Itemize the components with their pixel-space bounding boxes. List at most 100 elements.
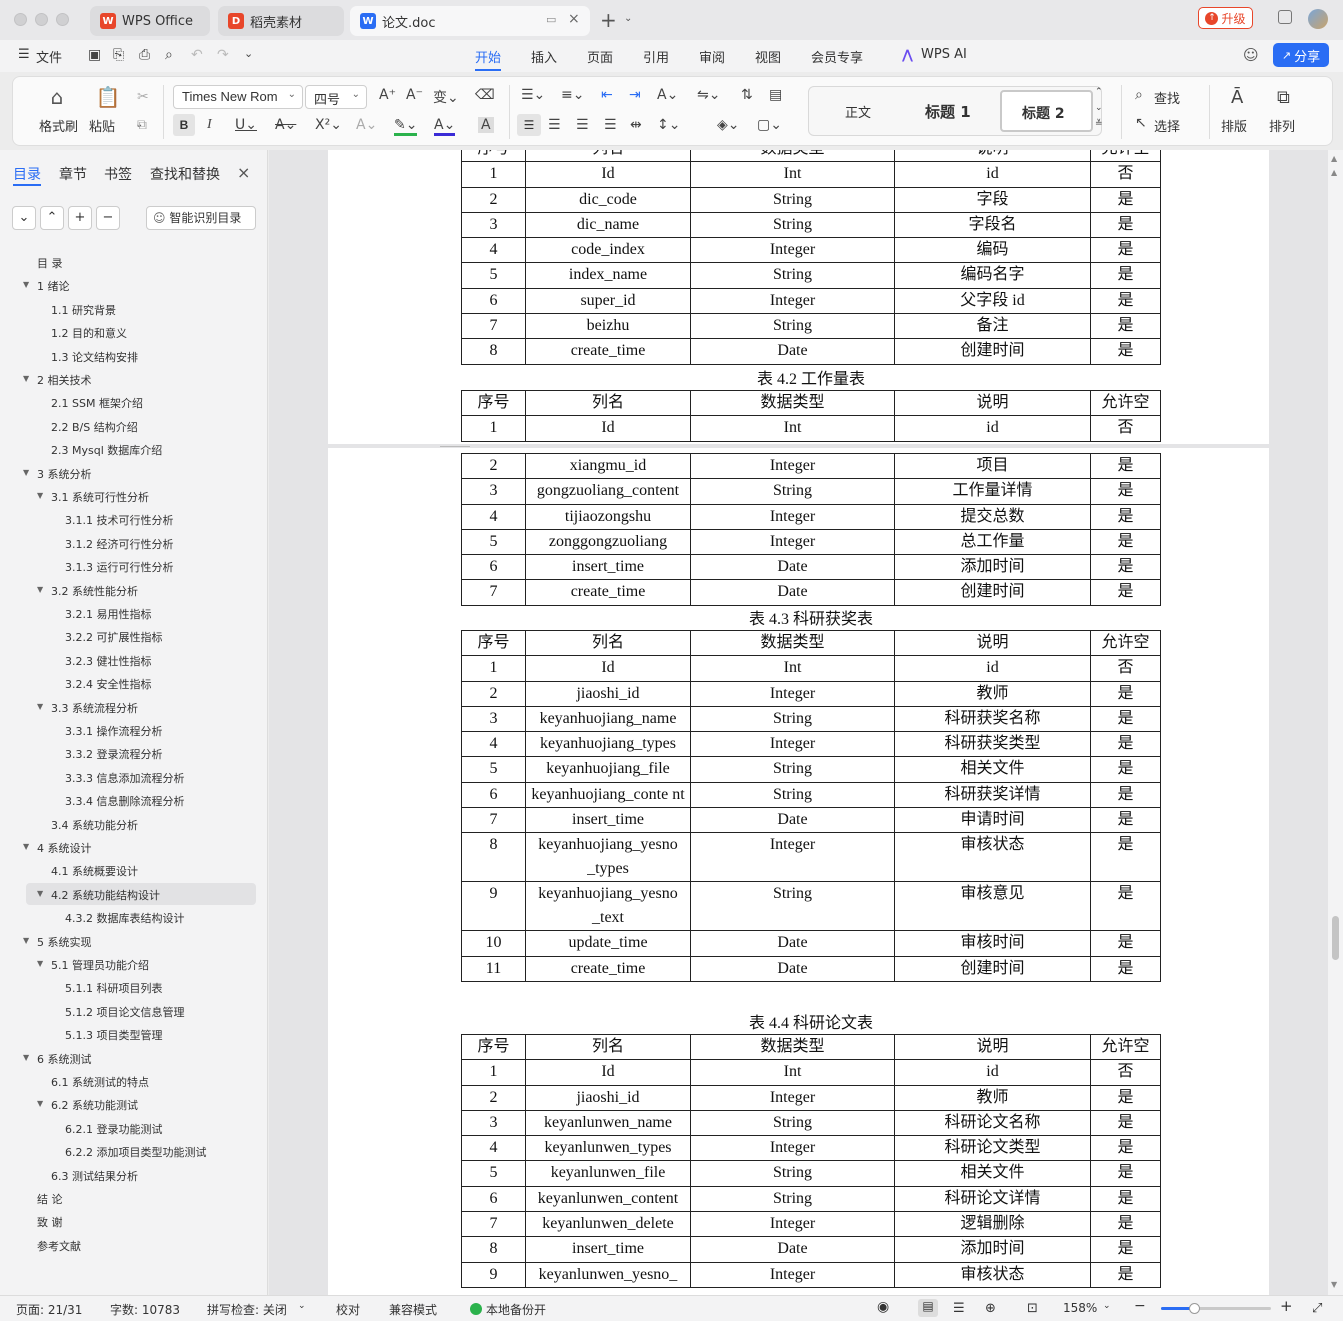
expand-toggle-icon[interactable]: ▼ bbox=[37, 491, 43, 500]
spell-check-status[interactable]: 拼写检查: 关闭 bbox=[207, 1301, 287, 1318]
toc-item[interactable]: 6 系统测试 bbox=[37, 1051, 92, 1067]
toc-item[interactable]: 1.1 研究背景 bbox=[51, 302, 116, 318]
toc-item[interactable]: 6.3 测试结果分析 bbox=[51, 1168, 138, 1184]
toc-item[interactable]: 目 录 bbox=[37, 255, 63, 271]
toc-item[interactable]: 3.2.2 可扩展性指标 bbox=[65, 629, 163, 645]
expand-toggle-icon[interactable]: ▼ bbox=[23, 1053, 29, 1062]
vertical-scrollbar[interactable]: ▲ ▲ ▼ bbox=[1328, 150, 1343, 1295]
tab-page[interactable]: 页面 bbox=[587, 47, 613, 66]
page-view-icon[interactable]: ▤ bbox=[918, 1299, 938, 1317]
tab-wps-office[interactable]: W WPS Office bbox=[90, 6, 210, 36]
local-backup-status[interactable]: 本地备份开 bbox=[486, 1301, 546, 1318]
cut-icon[interactable]: ✂ bbox=[137, 89, 149, 105]
tab-insert[interactable]: 插入 bbox=[531, 47, 557, 66]
phonetic-guide-icon[interactable]: 变⌄ bbox=[433, 87, 459, 107]
expand-toggle-icon[interactable]: ▼ bbox=[23, 842, 29, 851]
expand-toggle-icon[interactable]: ▼ bbox=[37, 702, 43, 711]
toc-item[interactable]: 2.3 Mysql 数据库介绍 bbox=[51, 442, 162, 458]
menu-icon[interactable]: ☰ bbox=[18, 47, 30, 62]
show-marks-icon[interactable]: ▤ bbox=[769, 87, 782, 103]
toc-item[interactable]: 4.2 系统功能结构设计 bbox=[51, 887, 160, 903]
toc-item[interactable]: 2.1 SSM 框架介绍 bbox=[51, 395, 143, 411]
collapse-all-button[interactable]: ⌄ bbox=[12, 206, 36, 230]
eye-protection-icon[interactable]: ◉ bbox=[877, 1299, 889, 1315]
superscript-icon[interactable]: X²⌄ bbox=[315, 117, 342, 133]
save-icon[interactable]: ▣ bbox=[88, 47, 101, 63]
outline-view-icon[interactable]: ☰ bbox=[953, 1301, 965, 1316]
toc-item[interactable]: 1 绪论 bbox=[37, 278, 70, 294]
toc-item[interactable]: 5 系统实现 bbox=[37, 934, 92, 950]
chevron-down-icon[interactable]: ⌄ bbox=[298, 1301, 306, 1311]
justify-icon[interactable]: ☰ bbox=[604, 117, 617, 133]
toc-item[interactable]: 5.1 管理员功能介绍 bbox=[51, 957, 149, 973]
text-effect-icon[interactable]: A⌄ bbox=[356, 117, 377, 133]
new-tab-icon[interactable]: + bbox=[600, 8, 617, 32]
user-avatar[interactable] bbox=[1308, 9, 1328, 29]
zoom-level[interactable]: 158% bbox=[1063, 1301, 1097, 1315]
align-center-icon[interactable]: ☰ bbox=[548, 117, 561, 133]
scroll-up-icon[interactable]: ▲ bbox=[1331, 154, 1337, 163]
toc-item[interactable]: 3.1 系统可行性分析 bbox=[51, 489, 149, 505]
sort-icon[interactable]: ⇅ bbox=[741, 87, 753, 103]
file-menu[interactable]: 文件 bbox=[36, 47, 62, 66]
toc-item[interactable]: 3.1.1 技术可行性分析 bbox=[65, 512, 174, 528]
toc-item[interactable]: 2.2 B/S 结构介绍 bbox=[51, 419, 138, 435]
toc-item[interactable]: 4 系统设计 bbox=[37, 840, 92, 856]
zoom-in-icon[interactable]: + bbox=[1280, 1297, 1293, 1315]
quick-access-chevron-icon[interactable]: ⌄ bbox=[244, 47, 253, 60]
select-button[interactable]: 选择 bbox=[1154, 116, 1180, 135]
copy-icon[interactable]: ⧉ bbox=[137, 117, 147, 133]
border-icon[interactable]: ▢⌄ bbox=[757, 117, 782, 133]
paste-button[interactable]: 粘贴 bbox=[89, 116, 115, 135]
increase-font-icon[interactable]: A⁺ bbox=[379, 87, 396, 103]
fullscreen-icon[interactable]: ⤢ bbox=[1312, 1301, 1322, 1316]
restore-window-icon[interactable] bbox=[1278, 10, 1292, 24]
expand-toggle-icon[interactable]: ▼ bbox=[37, 889, 43, 898]
upgrade-button[interactable]: ↑ 升级 bbox=[1198, 7, 1253, 29]
expand-toggle-icon[interactable]: ▼ bbox=[37, 585, 43, 594]
tab-document[interactable]: W 论文.doc ▭ × bbox=[350, 6, 590, 36]
toc-item[interactable]: 参考文献 bbox=[37, 1238, 81, 1254]
toc-item[interactable]: 3.3.2 登录流程分析 bbox=[65, 746, 163, 762]
scroll-up-icon[interactable]: ▲ bbox=[1331, 168, 1337, 177]
expand-toggle-icon[interactable]: ▼ bbox=[23, 936, 29, 945]
toc-item[interactable]: 6.2.1 登录功能测试 bbox=[65, 1121, 163, 1137]
font-size-select[interactable]: 四号 ⌄ bbox=[305, 85, 367, 109]
scroll-thumb[interactable] bbox=[1332, 916, 1339, 960]
toc-item[interactable]: 3.1.2 经济可行性分析 bbox=[65, 536, 174, 552]
style-heading-1[interactable]: 标题 1 bbox=[925, 101, 971, 122]
styles-more-icon[interactable]: ≚ bbox=[1095, 119, 1103, 129]
smart-toc-button[interactable]: ☺ 智能识别目录 bbox=[146, 206, 256, 230]
toc-item[interactable]: 结 论 bbox=[37, 1191, 63, 1207]
font-color-icon[interactable]: A⌄ bbox=[434, 117, 456, 136]
toc-item[interactable]: 4.3.2 数据库表结构设计 bbox=[65, 910, 185, 926]
styles-up-icon[interactable]: ⌃ bbox=[1095, 87, 1103, 97]
toc-item[interactable]: 3.2.3 健壮性指标 bbox=[65, 653, 152, 669]
print-preview-icon[interactable]: ⌕ bbox=[165, 47, 173, 63]
zoom-slider-knob[interactable] bbox=[1189, 1303, 1201, 1314]
font-name-select[interactable]: Times New Rom ⌄ bbox=[173, 85, 303, 109]
export-icon[interactable]: ⎘ bbox=[113, 47, 124, 63]
toc-item[interactable]: 2 相关技术 bbox=[37, 372, 92, 388]
align-right-icon[interactable]: ☰ bbox=[576, 117, 589, 133]
tab-toc[interactable]: 目录 bbox=[13, 164, 41, 184]
format-painter-button[interactable]: 格式刷 bbox=[39, 116, 78, 135]
add-heading-button[interactable]: + bbox=[68, 206, 92, 230]
expand-toggle-icon[interactable]: ▼ bbox=[23, 280, 29, 289]
scroll-down-icon[interactable]: ▼ bbox=[1331, 1280, 1337, 1289]
tab-view[interactable]: 视图 bbox=[755, 47, 781, 66]
tab-review[interactable]: 审阅 bbox=[699, 47, 725, 66]
chevron-down-icon[interactable]: ⌄ bbox=[1103, 1301, 1111, 1311]
expand-up-button[interactable]: ⌃ bbox=[40, 206, 64, 230]
web-view-icon[interactable]: ⊕ bbox=[985, 1301, 996, 1316]
strikethrough-icon[interactable]: A⌄ bbox=[275, 117, 296, 133]
toc-item[interactable]: 5.1.1 科研项目列表 bbox=[65, 980, 163, 996]
expand-toggle-icon[interactable]: ▼ bbox=[23, 374, 29, 383]
print-icon[interactable]: ⎙ bbox=[139, 47, 150, 63]
toc-item[interactable]: 3.2.1 易用性指标 bbox=[65, 606, 152, 622]
toc-item[interactable]: 6.2.2 添加项目类型功能测试 bbox=[65, 1144, 207, 1160]
tab-reference[interactable]: 引用 bbox=[643, 47, 669, 66]
remove-heading-button[interactable]: − bbox=[96, 206, 120, 230]
close-window-button[interactable] bbox=[14, 13, 27, 26]
toc-item[interactable]: 3.3.1 操作流程分析 bbox=[65, 723, 163, 739]
